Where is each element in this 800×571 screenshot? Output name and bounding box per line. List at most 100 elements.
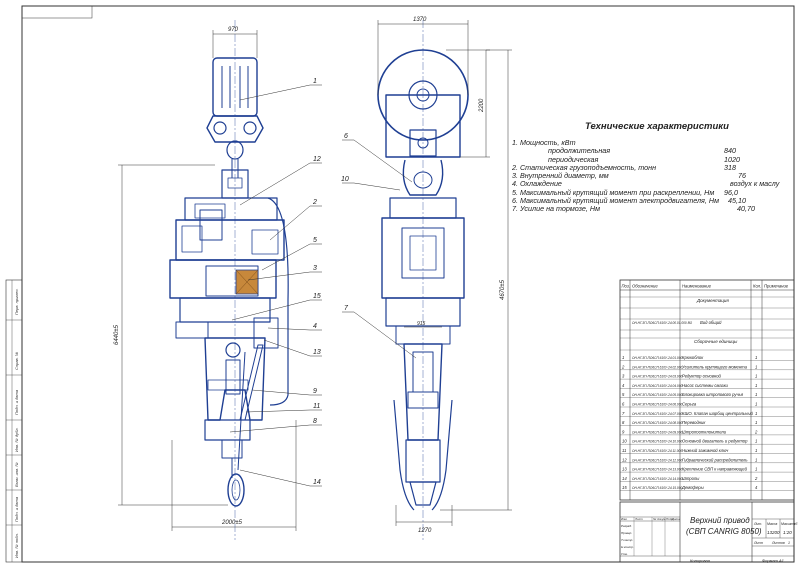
bom-pos: 14 bbox=[622, 476, 627, 481]
spec-text: 7. Усилие на тормозе, Нм bbox=[512, 204, 601, 214]
bom-name: Блокировка штропового ручья bbox=[682, 392, 744, 397]
technical-drawing: Перв. примен. Справ. № Подп. и дата Инв.… bbox=[5, 5, 798, 563]
callout-number: 1 bbox=[313, 78, 317, 85]
title-block-role: Провер. bbox=[621, 531, 632, 535]
title-block-header: Изм. bbox=[621, 517, 628, 521]
bom-name: Основной двигатель и редуктор bbox=[682, 439, 748, 444]
side-stamp-label: Перв. примен. bbox=[14, 288, 19, 315]
bom-pos: 8 bbox=[622, 420, 625, 425]
drawing-sheet: Перв. примен. Справ. № Подп. и дата Инв.… bbox=[0, 0, 800, 566]
title-block-header: Дата bbox=[671, 517, 680, 521]
bom-name: Гидравлический распределитель bbox=[682, 457, 748, 462]
right-view-top-drive bbox=[377, 20, 469, 540]
bom-code: ОН.НГ.ЗП-ПО6СП.610У-24.03.000 bbox=[632, 375, 682, 379]
callout-number: 15 bbox=[313, 293, 321, 300]
title-block-label: Листов bbox=[771, 541, 785, 545]
bom-code: ОН.НГ.ЗП-ПО6СП.610У-24.01.000 bbox=[632, 356, 682, 360]
callout-number: 6 bbox=[344, 133, 348, 140]
dimension-label: 2000±5 bbox=[221, 520, 243, 526]
spec-line: периодическая 1020 bbox=[512, 155, 792, 164]
bom-qty: 1 bbox=[755, 467, 757, 472]
title-block-role: Н.контр. bbox=[621, 545, 634, 549]
spec-line: 5. Максимальный крутящий момент при раск… bbox=[512, 188, 792, 197]
bom-qty: 1 bbox=[755, 355, 757, 360]
bom-pos: 1 bbox=[622, 355, 624, 360]
bom-name: Серьга bbox=[682, 402, 697, 407]
bom-code: ОН.НГ.ЗП-ПО6СП.610У-24.02.000 bbox=[632, 365, 682, 369]
dimension-label: 1370 bbox=[413, 17, 427, 23]
bom-row: 8 ОН.НГ.ЗП-ПО6СП.610У-24.08.000 Переводник… bbox=[622, 420, 757, 425]
title-block-header: Лист bbox=[634, 517, 643, 521]
spec-line: 3. Внутренний диаметр, мм 76 bbox=[512, 171, 792, 180]
bom-table: Поз. Обозначение Наименование Кол. Примечани… bbox=[619, 279, 795, 501]
bom-qty: 1 bbox=[755, 411, 757, 416]
callout-number: 4 bbox=[313, 323, 317, 330]
scale-value: 1:20 bbox=[783, 530, 792, 535]
bom-pos: 5 bbox=[622, 392, 625, 397]
bom-row: 3 ОН.НГ.ЗП-ПО6СП.610У-24.03.000 Редуктор о… bbox=[622, 374, 757, 379]
bom-name: Переводник bbox=[682, 420, 706, 425]
bom-code: ОН.НГ.ЗП-ПО6СП.610У-24.13.000 bbox=[632, 468, 682, 472]
bom-row: 9 ОН.НГ.ЗП-ПО6СП.610У-24.09.000 Штропооткл… bbox=[622, 429, 758, 434]
spec-line: 4. Охлаждение воздух к маслу bbox=[512, 179, 792, 188]
bom-qty: 1 bbox=[755, 448, 757, 453]
drawing-title: Верхний привод bbox=[690, 516, 750, 525]
callout-number: 5 bbox=[313, 237, 317, 244]
dimension-label: 1270 bbox=[418, 528, 432, 534]
dimension-label: 6440±5 bbox=[114, 324, 120, 345]
left-view-top-drive bbox=[169, 20, 289, 540]
bom-code: ОН.НГ.ЗП-ПО6СП.610У-24.10.000 bbox=[632, 440, 682, 444]
bom-row: 12 ОН.НГ.ЗП-ПО6СП.610У-24.12.000 Гидравлич… bbox=[622, 457, 757, 462]
side-stamp-label: Инв. № подл. bbox=[14, 533, 19, 558]
bom-qty: 1 bbox=[755, 374, 757, 379]
bom-section-title: Документация bbox=[696, 298, 729, 303]
left-stamp-strip: Перв. примен. Справ. № Подп. и дата Инв.… bbox=[5, 279, 23, 563]
spec-line: 7. Усилие на тормозе, Нм 40,70 bbox=[512, 204, 792, 214]
title-block-role: Разраб. bbox=[621, 524, 632, 528]
corner-stamp bbox=[21, 5, 93, 19]
bom-header: Наименование bbox=[682, 284, 712, 289]
bom-pos: 12 bbox=[622, 457, 627, 462]
bom-name: Усилитель крутящего момента bbox=[682, 364, 748, 369]
bom-qty: 2 bbox=[754, 429, 758, 434]
copied-label: Копировал bbox=[690, 558, 711, 563]
bom-pos: 11 bbox=[622, 448, 626, 453]
bom-row: 13 ОН.НГ.ЗП-ПО6СП.610У-24.13.000 Крепление… bbox=[622, 467, 757, 472]
bom-pos: 13 bbox=[622, 467, 627, 472]
bom-qty: 1 bbox=[755, 402, 757, 407]
bom-name: Штропоотклонители bbox=[682, 429, 727, 434]
title-block-role: Утв. bbox=[621, 552, 628, 556]
callout-number: 10 bbox=[341, 176, 349, 183]
bom-pos: 10 bbox=[622, 439, 627, 444]
side-stamp-label: Подп. и дата bbox=[14, 496, 19, 522]
bom-doc-code: ОН.НГ.ЗП-ПО6СП.610У-24.00.01.000 ВО bbox=[632, 321, 693, 325]
bom-name: Насос системы смазки bbox=[682, 383, 729, 388]
title-block-role: Т.контр. bbox=[621, 538, 633, 542]
bom-pos: 15 bbox=[622, 485, 627, 490]
bom-name: Нижний зажимной ключ bbox=[682, 448, 729, 453]
bom-row: 11 ОН.НГ.ЗП-ПО6СП.610У-24.11.000 Нижний за… bbox=[622, 448, 757, 453]
callout-number: 13 bbox=[313, 349, 321, 356]
bom-doc-name: Вид общий bbox=[700, 320, 722, 325]
bom-header: Кол. bbox=[753, 284, 761, 289]
title-block-label: Лист bbox=[753, 541, 763, 545]
bom-qty: 1 bbox=[755, 364, 757, 369]
bom-code: ОН.НГ.ЗП-ПО6СП.610У-24.14.000 bbox=[632, 477, 682, 481]
dimension-label: 915 bbox=[417, 321, 426, 327]
bom-code: ОН.НГ.ЗП-ПО6СП.610У-24.08.000 bbox=[632, 421, 682, 425]
spec-line: 1. Мощность, кВт bbox=[512, 138, 792, 147]
bom-header: Поз. bbox=[622, 284, 630, 289]
spec-line: 6. Максимальный крутящий момент электрод… bbox=[512, 196, 792, 205]
specs-list: 1. Мощность, кВт продолжительная 840 период… bbox=[512, 138, 792, 213]
callout-number: 7 bbox=[344, 305, 349, 312]
drawing-subtitle: (СВП CANRIG 8050) bbox=[686, 527, 762, 536]
spec-line: 2. Статическая грузоподъемность, тонн 318 bbox=[512, 163, 792, 172]
bom-name: Крепление СВП к направляющей bbox=[682, 467, 748, 472]
bom-pos: 6 bbox=[622, 402, 625, 407]
bom-code: ОН.НГ.ЗП-ПО6СП.610У-24.07.000 bbox=[632, 412, 682, 416]
bom-row: 10 ОН.НГ.ЗП-ПО6СП.610У-24.10.000 Основной … bbox=[622, 439, 757, 444]
bom-name: КШО. Клапан шарбиц центральный bbox=[682, 411, 754, 416]
side-stamp-label: Подп. и дата bbox=[14, 389, 19, 415]
bom-header: Примечание bbox=[764, 284, 789, 289]
bom-code: ОН.НГ.ЗП-ПО6СП.610У-24.05.000 bbox=[632, 393, 682, 397]
